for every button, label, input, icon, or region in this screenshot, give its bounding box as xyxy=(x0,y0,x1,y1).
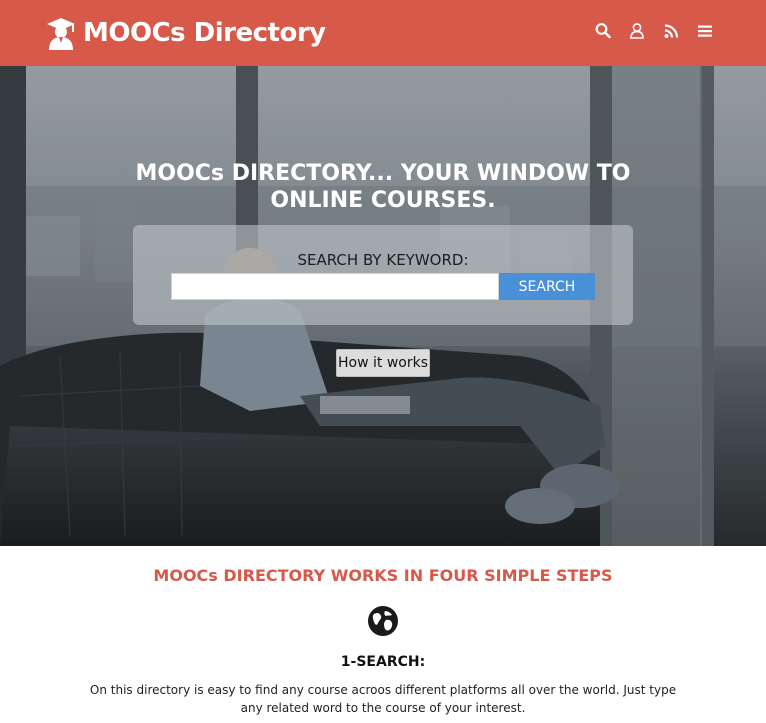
brand-logo[interactable]: MOOCs Directory xyxy=(45,15,326,51)
search-icon[interactable] xyxy=(595,22,611,40)
brand-name: MOOCs Directory xyxy=(83,18,326,48)
globe-icon xyxy=(367,605,399,637)
menu-icon[interactable] xyxy=(697,22,713,40)
graduate-icon xyxy=(45,16,77,50)
step-description: On this directory is easy to find any co… xyxy=(89,683,677,715)
hero-title: MOOCs DIRECTORY... YOUR WINDOW TO ONLINE… xyxy=(0,160,766,214)
steps-title: MOOCs DIRECTORY WORKS IN FOUR SIMPLE STE… xyxy=(153,566,613,585)
step-heading: 1-SEARCH: xyxy=(340,654,426,670)
user-icon[interactable] xyxy=(629,22,645,40)
site-header: MOOCs Directory xyxy=(0,0,766,66)
rss-icon[interactable] xyxy=(663,22,679,40)
search-label: SEARCH BY KEYWORD: xyxy=(297,251,469,269)
search-panel: SEARCH BY KEYWORD: SEARCH xyxy=(133,225,633,325)
search-input[interactable] xyxy=(171,273,499,300)
search-button[interactable]: SEARCH xyxy=(499,273,595,300)
hero-section: MOOCs DIRECTORY... YOUR WINDOW TO ONLINE… xyxy=(0,66,766,546)
hero-title-line1: MOOCs DIRECTORY... YOUR WINDOW TO xyxy=(135,161,631,186)
header-nav xyxy=(595,22,713,40)
how-it-works-button[interactable]: How it works xyxy=(336,349,430,377)
hero-title-line2: ONLINE COURSES. xyxy=(270,188,496,213)
